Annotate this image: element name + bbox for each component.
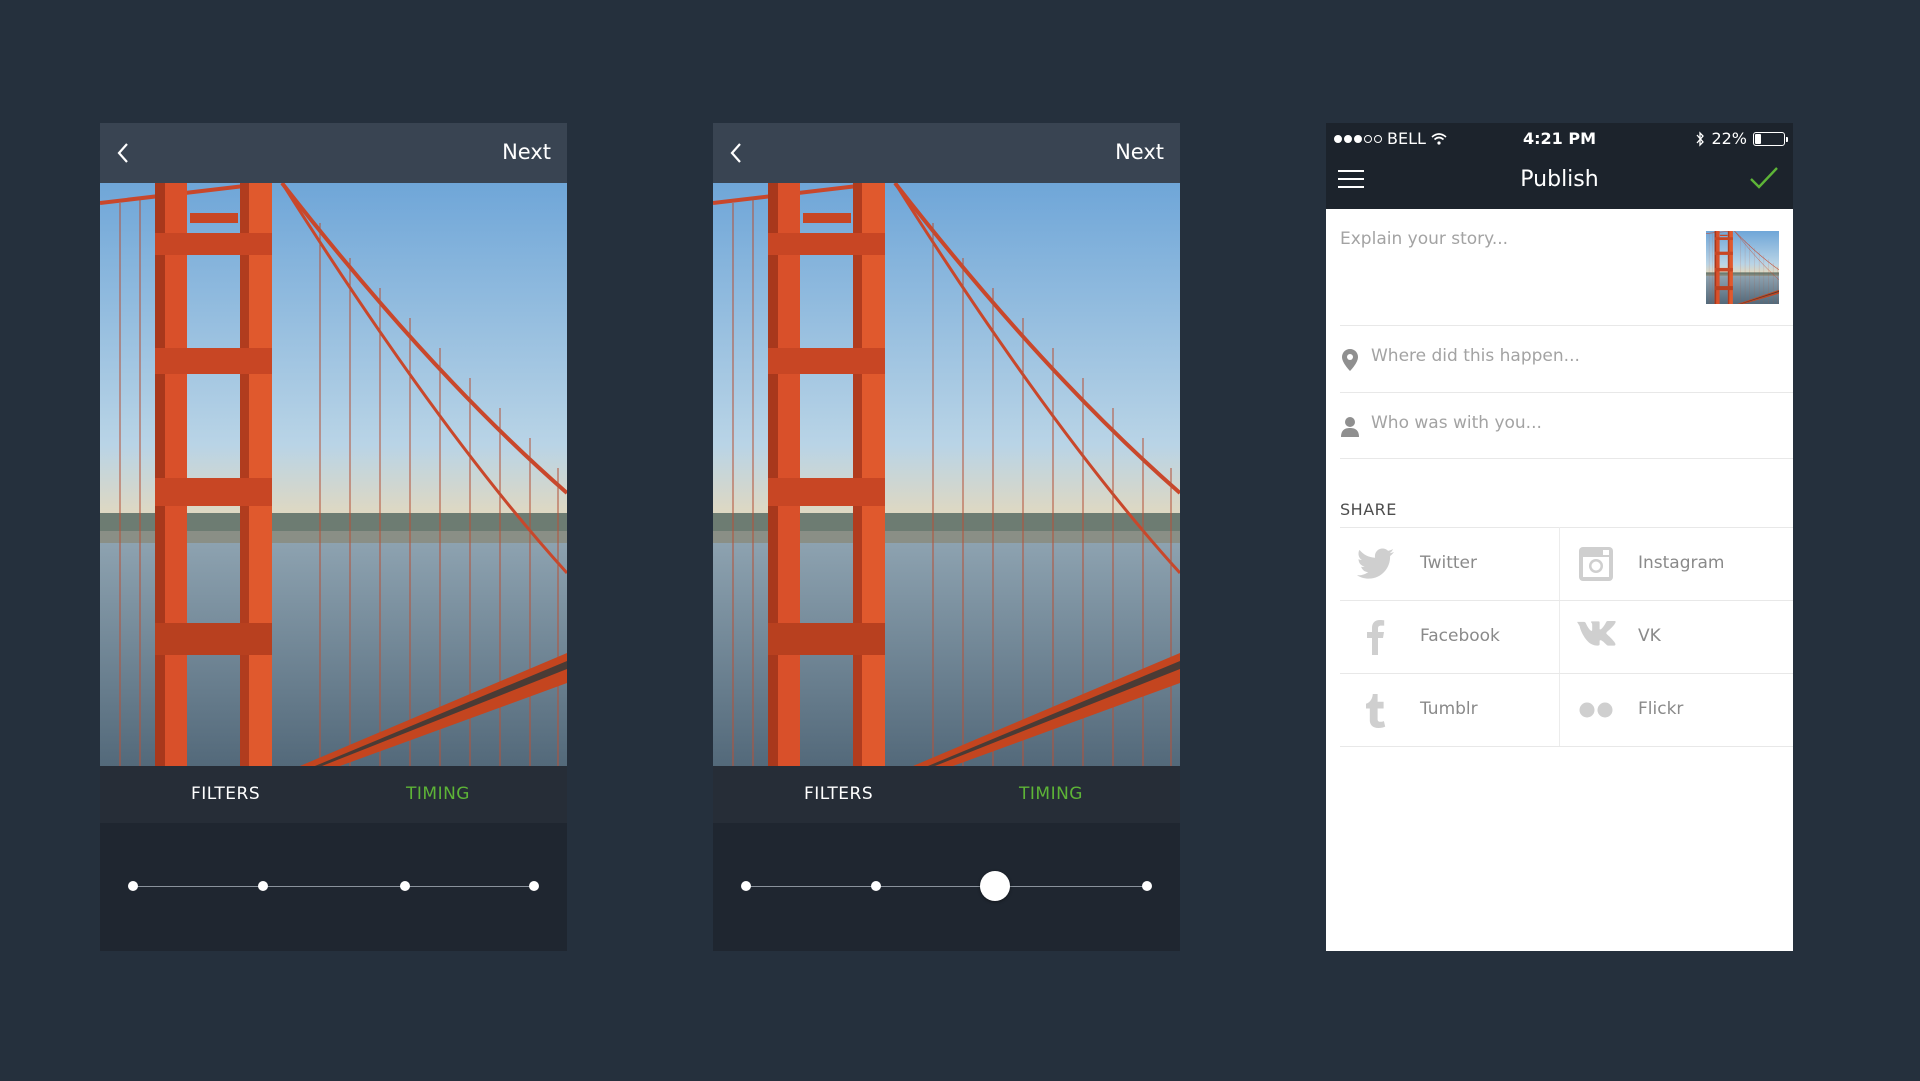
battery-percent: 22% <box>1711 129 1747 148</box>
share-label-facebook: Facebook <box>1420 626 1500 646</box>
twitter-icon <box>1356 548 1394 579</box>
checkmark-icon <box>1750 167 1778 189</box>
location-input[interactable] <box>1371 346 1751 366</box>
slider-stop[interactable] <box>1142 881 1152 891</box>
bridge-photo <box>100 183 567 766</box>
slider-track <box>746 886 1147 887</box>
editor-tab-bar: FILTERS TIMING <box>713 766 1180 823</box>
instagram-icon <box>1579 547 1613 581</box>
tab-filters[interactable]: FILTERS <box>804 784 873 804</box>
battery-level <box>1755 133 1762 144</box>
bridge-photo-thumbnail <box>1706 231 1779 304</box>
share-instagram[interactable]: Instagram <box>1559 527 1793 600</box>
photo-preview <box>713 183 1180 766</box>
share-twitter[interactable]: Twitter <box>1340 527 1559 600</box>
bridge-photo <box>713 183 1180 766</box>
chevron-left-icon <box>730 143 741 163</box>
divider <box>1340 746 1793 747</box>
divider <box>1340 458 1793 459</box>
slider-stop[interactable] <box>741 881 751 891</box>
share-label-instagram: Instagram <box>1638 553 1725 573</box>
back-button[interactable] <box>725 139 749 167</box>
people-row[interactable] <box>1340 393 1793 459</box>
share-label-vk: VK <box>1638 626 1661 646</box>
facebook-icon <box>1367 620 1385 655</box>
slider-stop[interactable] <box>258 881 268 891</box>
publish-header: BELL 4:21 PM 22% Publish <box>1326 123 1793 209</box>
slider-stop[interactable] <box>400 881 410 891</box>
share-label-twitter: Twitter <box>1420 553 1477 573</box>
slider-knob[interactable] <box>979 871 1010 901</box>
battery-icon <box>1753 131 1788 146</box>
share-label-tumblr: Tumblr <box>1420 699 1478 719</box>
back-button[interactable] <box>112 139 136 167</box>
location-pin-icon <box>1342 349 1358 371</box>
editor-tab-bar: FILTERS TIMING <box>100 766 567 823</box>
tumblr-icon <box>1366 694 1386 728</box>
chevron-left-icon <box>117 143 128 163</box>
tab-filters[interactable]: FILTERS <box>191 784 260 804</box>
photo-preview <box>100 183 567 766</box>
person-icon <box>1341 417 1359 437</box>
share-section-label: SHARE <box>1340 500 1397 519</box>
slider-stop[interactable] <box>128 881 138 891</box>
tab-timing[interactable]: TIMING <box>406 784 470 804</box>
share-vk[interactable]: VK <box>1559 600 1793 673</box>
share-facebook[interactable]: Facebook <box>1340 600 1559 673</box>
confirm-check-button[interactable] <box>1749 165 1779 191</box>
editor-header: Next <box>713 123 1180 183</box>
nav-bar: Publish <box>1326 153 1793 209</box>
location-row[interactable] <box>1340 326 1793 392</box>
people-input[interactable] <box>1371 413 1751 433</box>
slider-track <box>133 886 534 887</box>
story-input[interactable] <box>1340 229 1680 249</box>
timing-slider[interactable] <box>713 823 1180 951</box>
flickr-icon <box>1579 702 1613 718</box>
status-bar: BELL 4:21 PM 22% <box>1326 123 1793 153</box>
editor-header: Next <box>100 123 567 183</box>
editor-screen-filters: Next FILTERS TIMING <box>100 123 567 951</box>
tab-timing[interactable]: TIMING <box>1019 784 1083 804</box>
slider-stop[interactable] <box>871 881 881 891</box>
next-button[interactable]: Next <box>502 140 551 164</box>
share-label-flickr: Flickr <box>1638 699 1684 719</box>
bluetooth-icon <box>1696 130 1705 147</box>
photo-thumbnail <box>1706 231 1779 304</box>
vk-icon <box>1577 621 1616 646</box>
timing-slider[interactable] <box>100 823 567 951</box>
status-right: 22% <box>1695 129 1788 148</box>
next-button[interactable]: Next <box>1115 140 1164 164</box>
page-title: Publish <box>1520 167 1599 192</box>
editor-screen-timing: Next FILTERS TIMING <box>713 123 1180 951</box>
share-tumblr[interactable]: Tumblr <box>1340 673 1559 746</box>
share-flickr[interactable]: Flickr <box>1559 673 1793 746</box>
slider-stop[interactable] <box>529 881 539 891</box>
publish-screen: BELL 4:21 PM 22% Publish Explain your st… <box>1326 123 1793 951</box>
